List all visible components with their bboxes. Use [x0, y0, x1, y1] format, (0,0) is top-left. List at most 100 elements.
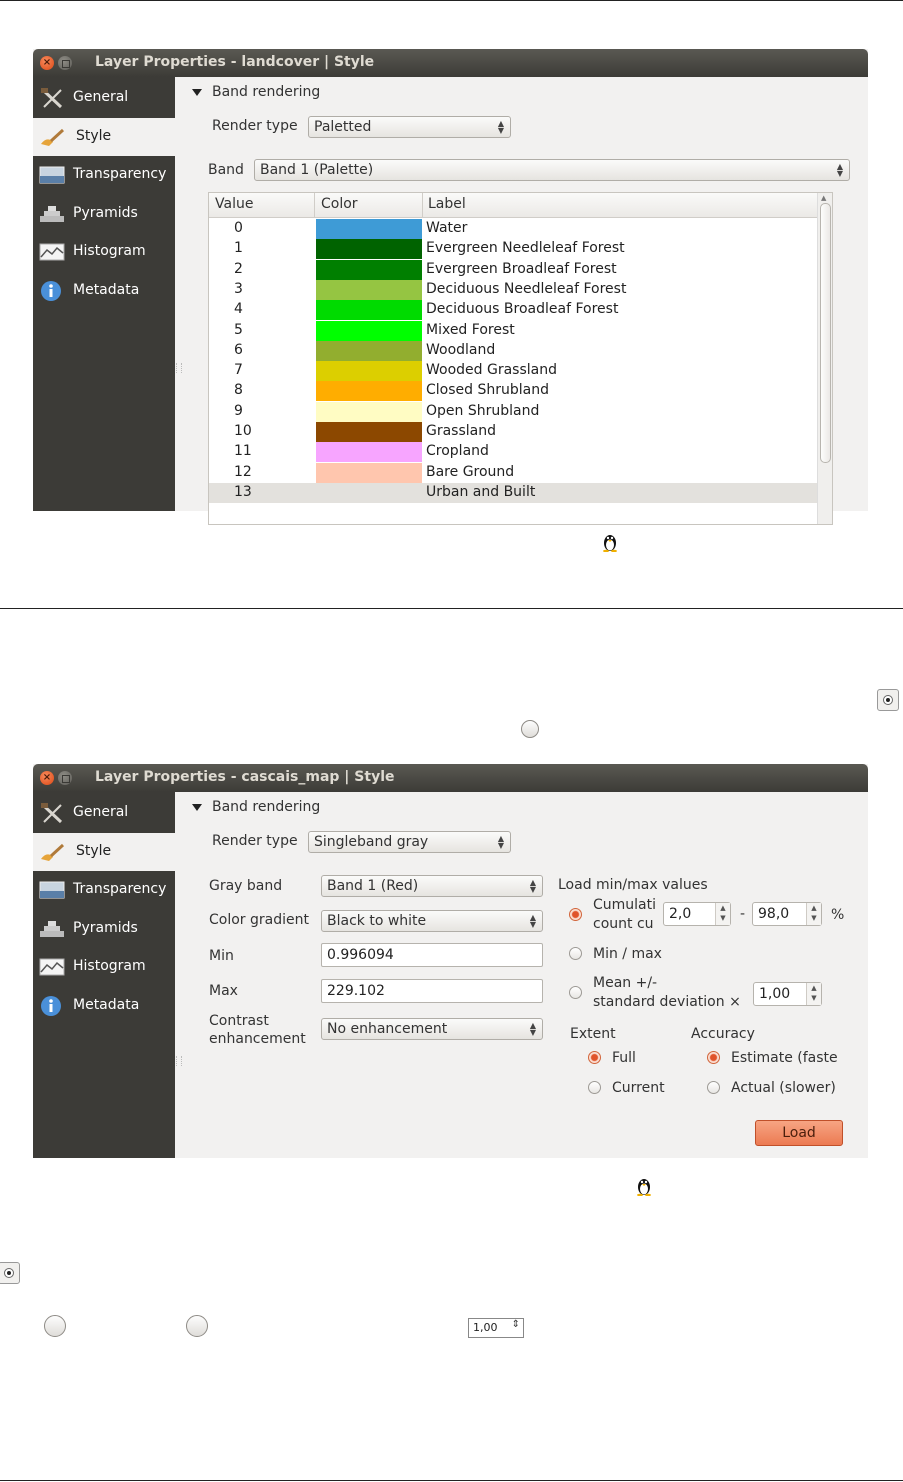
max-input[interactable]: 229.102 [321, 979, 543, 1003]
cell-label[interactable]: Evergreen Broadleaf Forest [426, 261, 617, 277]
load-button[interactable]: Load [755, 1120, 843, 1146]
table-row[interactable]: 9 Open Shrubland [209, 401, 831, 422]
sidebar-item-style[interactable]: Style [33, 833, 175, 871]
cell-label[interactable]: Mixed Forest [426, 322, 515, 338]
chevron-updown-icon: ▲ ▼ [529, 913, 536, 929]
table-row[interactable]: 6 Woodland [209, 340, 831, 361]
cell-label[interactable]: Closed Shrubland [426, 382, 549, 398]
sidebar-item-transparency[interactable]: Transparency [33, 871, 175, 909]
extent-full-radio[interactable] [588, 1051, 601, 1064]
style-panel: Band rendering Render type Singleband gr… [175, 792, 868, 1158]
cell-color-swatch[interactable] [316, 320, 422, 341]
band-rendering-header[interactable]: Band rendering [192, 799, 320, 815]
layer-properties-window-cascais: × Layer Properties - cascais_map | Style… [33, 764, 868, 1158]
sidebar-item-pyramids[interactable]: Pyramids [33, 195, 175, 233]
sidebar-item-general[interactable]: General [33, 79, 175, 117]
pyramids-icon [40, 921, 64, 937]
cell-color-swatch[interactable] [316, 259, 422, 280]
band-select[interactable]: Band 1 (Palette) ▲ ▼ [254, 159, 850, 181]
sidebar-item-style[interactable]: Style [33, 118, 175, 156]
sidebar-item-transparency[interactable]: Transparency [33, 156, 175, 194]
cell-label[interactable]: Deciduous Broadleaf Forest [426, 301, 618, 317]
sidebar-item-metadata[interactable]: Metadata [33, 272, 175, 310]
column-header-value[interactable]: Value [215, 196, 253, 212]
minimize-window-button[interactable] [58, 56, 72, 70]
spin-arrows-icon[interactable]: ▲ ▼ [806, 903, 821, 925]
cell-color-swatch[interactable] [316, 340, 422, 361]
table-row[interactable]: 2 Evergreen Broadleaf Forest [209, 259, 831, 280]
contrast-label-line2: enhancement [209, 1031, 306, 1047]
cumulative-count-radio[interactable] [569, 908, 582, 921]
accuracy-estimate-radio[interactable] [707, 1051, 720, 1064]
table-row[interactable]: 3 Deciduous Needleleaf Forest [209, 279, 831, 300]
table-row[interactable]: 11 Cropland [209, 442, 831, 463]
render-type-select[interactable]: Singleband gray ▲ ▼ [308, 831, 511, 853]
radio-unselected-icon [521, 720, 539, 738]
table-row[interactable]: 10 Grassland [209, 422, 831, 442]
sidebar-item-histogram[interactable]: Histogram [33, 233, 175, 271]
cell-color-swatch[interactable] [316, 483, 422, 503]
paintbrush-icon [41, 128, 65, 146]
spin-arrows-icon[interactable]: ▲ ▼ [715, 903, 730, 925]
cell-label[interactable]: Open Shrubland [426, 403, 539, 419]
stddev-spinbox[interactable]: 1,00 ▲ ▼ [753, 982, 822, 1006]
cell-color-swatch[interactable] [316, 401, 422, 422]
cell-label[interactable]: Deciduous Needleleaf Forest [426, 281, 626, 297]
cell-label[interactable]: Water [426, 220, 467, 236]
scroll-up-icon[interactable]: ▲ [821, 194, 826, 202]
table-row[interactable]: 1 Evergreen Needleleaf Forest [209, 239, 831, 260]
cell-color-swatch[interactable] [316, 442, 422, 463]
band-rendering-header[interactable]: Band rendering [192, 84, 320, 100]
cell-color-swatch[interactable] [316, 361, 422, 382]
table-row[interactable]: 13 Urban and Built [209, 482, 831, 503]
cell-value: 6 [234, 341, 243, 358]
cell-label[interactable]: Grassland [426, 423, 496, 439]
cell-color-swatch[interactable] [316, 381, 422, 402]
table-row[interactable]: 8 Closed Shrubland [209, 381, 831, 402]
gray-band-label: Gray band [209, 878, 283, 894]
sidebar-item-pyramids[interactable]: Pyramids [33, 910, 175, 948]
render-type-select[interactable]: Paletted ▲ ▼ [308, 116, 511, 138]
cell-color-swatch[interactable] [316, 300, 422, 321]
close-window-button[interactable]: × [40, 56, 54, 70]
cell-value: 8 [234, 382, 243, 399]
table-row[interactable]: 0 Water [209, 219, 831, 239]
cell-label[interactable]: Woodland [426, 342, 495, 358]
vertical-scrollbar[interactable]: ▲ ▼ [817, 193, 832, 524]
cell-color-swatch[interactable] [316, 279, 422, 300]
min-input[interactable]: 0.996094 [321, 943, 543, 967]
table-row[interactable]: 12 Bare Ground [209, 462, 831, 483]
accuracy-actual-radio[interactable] [707, 1081, 720, 1094]
cell-color-swatch[interactable] [316, 239, 422, 260]
extent-current-radio[interactable] [588, 1081, 601, 1094]
table-row[interactable]: 7 Wooded Grassland [209, 361, 831, 382]
cumulative-high-spinbox[interactable]: 98,0 ▲ ▼ [752, 902, 822, 926]
sidebar-item-general[interactable]: General [33, 794, 175, 832]
cumulative-low-spinbox[interactable]: 2,0 ▲ ▼ [663, 902, 731, 926]
sidebar-item-metadata[interactable]: Metadata [33, 987, 175, 1025]
sidebar-item-histogram[interactable]: Histogram [33, 948, 175, 986]
spin-arrows-icon[interactable]: ▲ ▼ [806, 983, 821, 1005]
cell-label[interactable]: Evergreen Needleleaf Forest [426, 240, 625, 256]
minmax-radio[interactable] [569, 947, 582, 960]
cell-color-swatch[interactable] [316, 462, 422, 483]
cell-label[interactable]: Cropland [426, 443, 489, 459]
cell-value: 10 [234, 423, 252, 439]
middle-rule [0, 608, 903, 609]
scrollbar-thumb[interactable] [820, 203, 831, 463]
contrast-enhancement-select[interactable]: No enhancement ▲ ▼ [321, 1018, 543, 1040]
color-gradient-select[interactable]: Black to white ▲ ▼ [321, 910, 543, 932]
cell-label[interactable]: Wooded Grassland [426, 362, 557, 378]
table-row[interactable]: 4 Deciduous Broadleaf Forest [209, 300, 831, 321]
cell-label[interactable]: Urban and Built [426, 484, 535, 500]
cell-color-swatch[interactable] [316, 422, 422, 442]
minimize-window-button[interactable] [58, 771, 72, 785]
mean-stddev-radio[interactable] [569, 986, 582, 999]
table-row[interactable]: 5 Mixed Forest [209, 320, 831, 341]
cell-color-swatch[interactable] [316, 219, 422, 239]
close-window-button[interactable]: × [40, 771, 54, 785]
gray-band-select[interactable]: Band 1 (Red) ▲ ▼ [321, 875, 543, 897]
cell-label[interactable]: Bare Ground [426, 464, 514, 480]
column-header-color[interactable]: Color [321, 196, 358, 212]
column-header-label[interactable]: Label [428, 196, 466, 212]
